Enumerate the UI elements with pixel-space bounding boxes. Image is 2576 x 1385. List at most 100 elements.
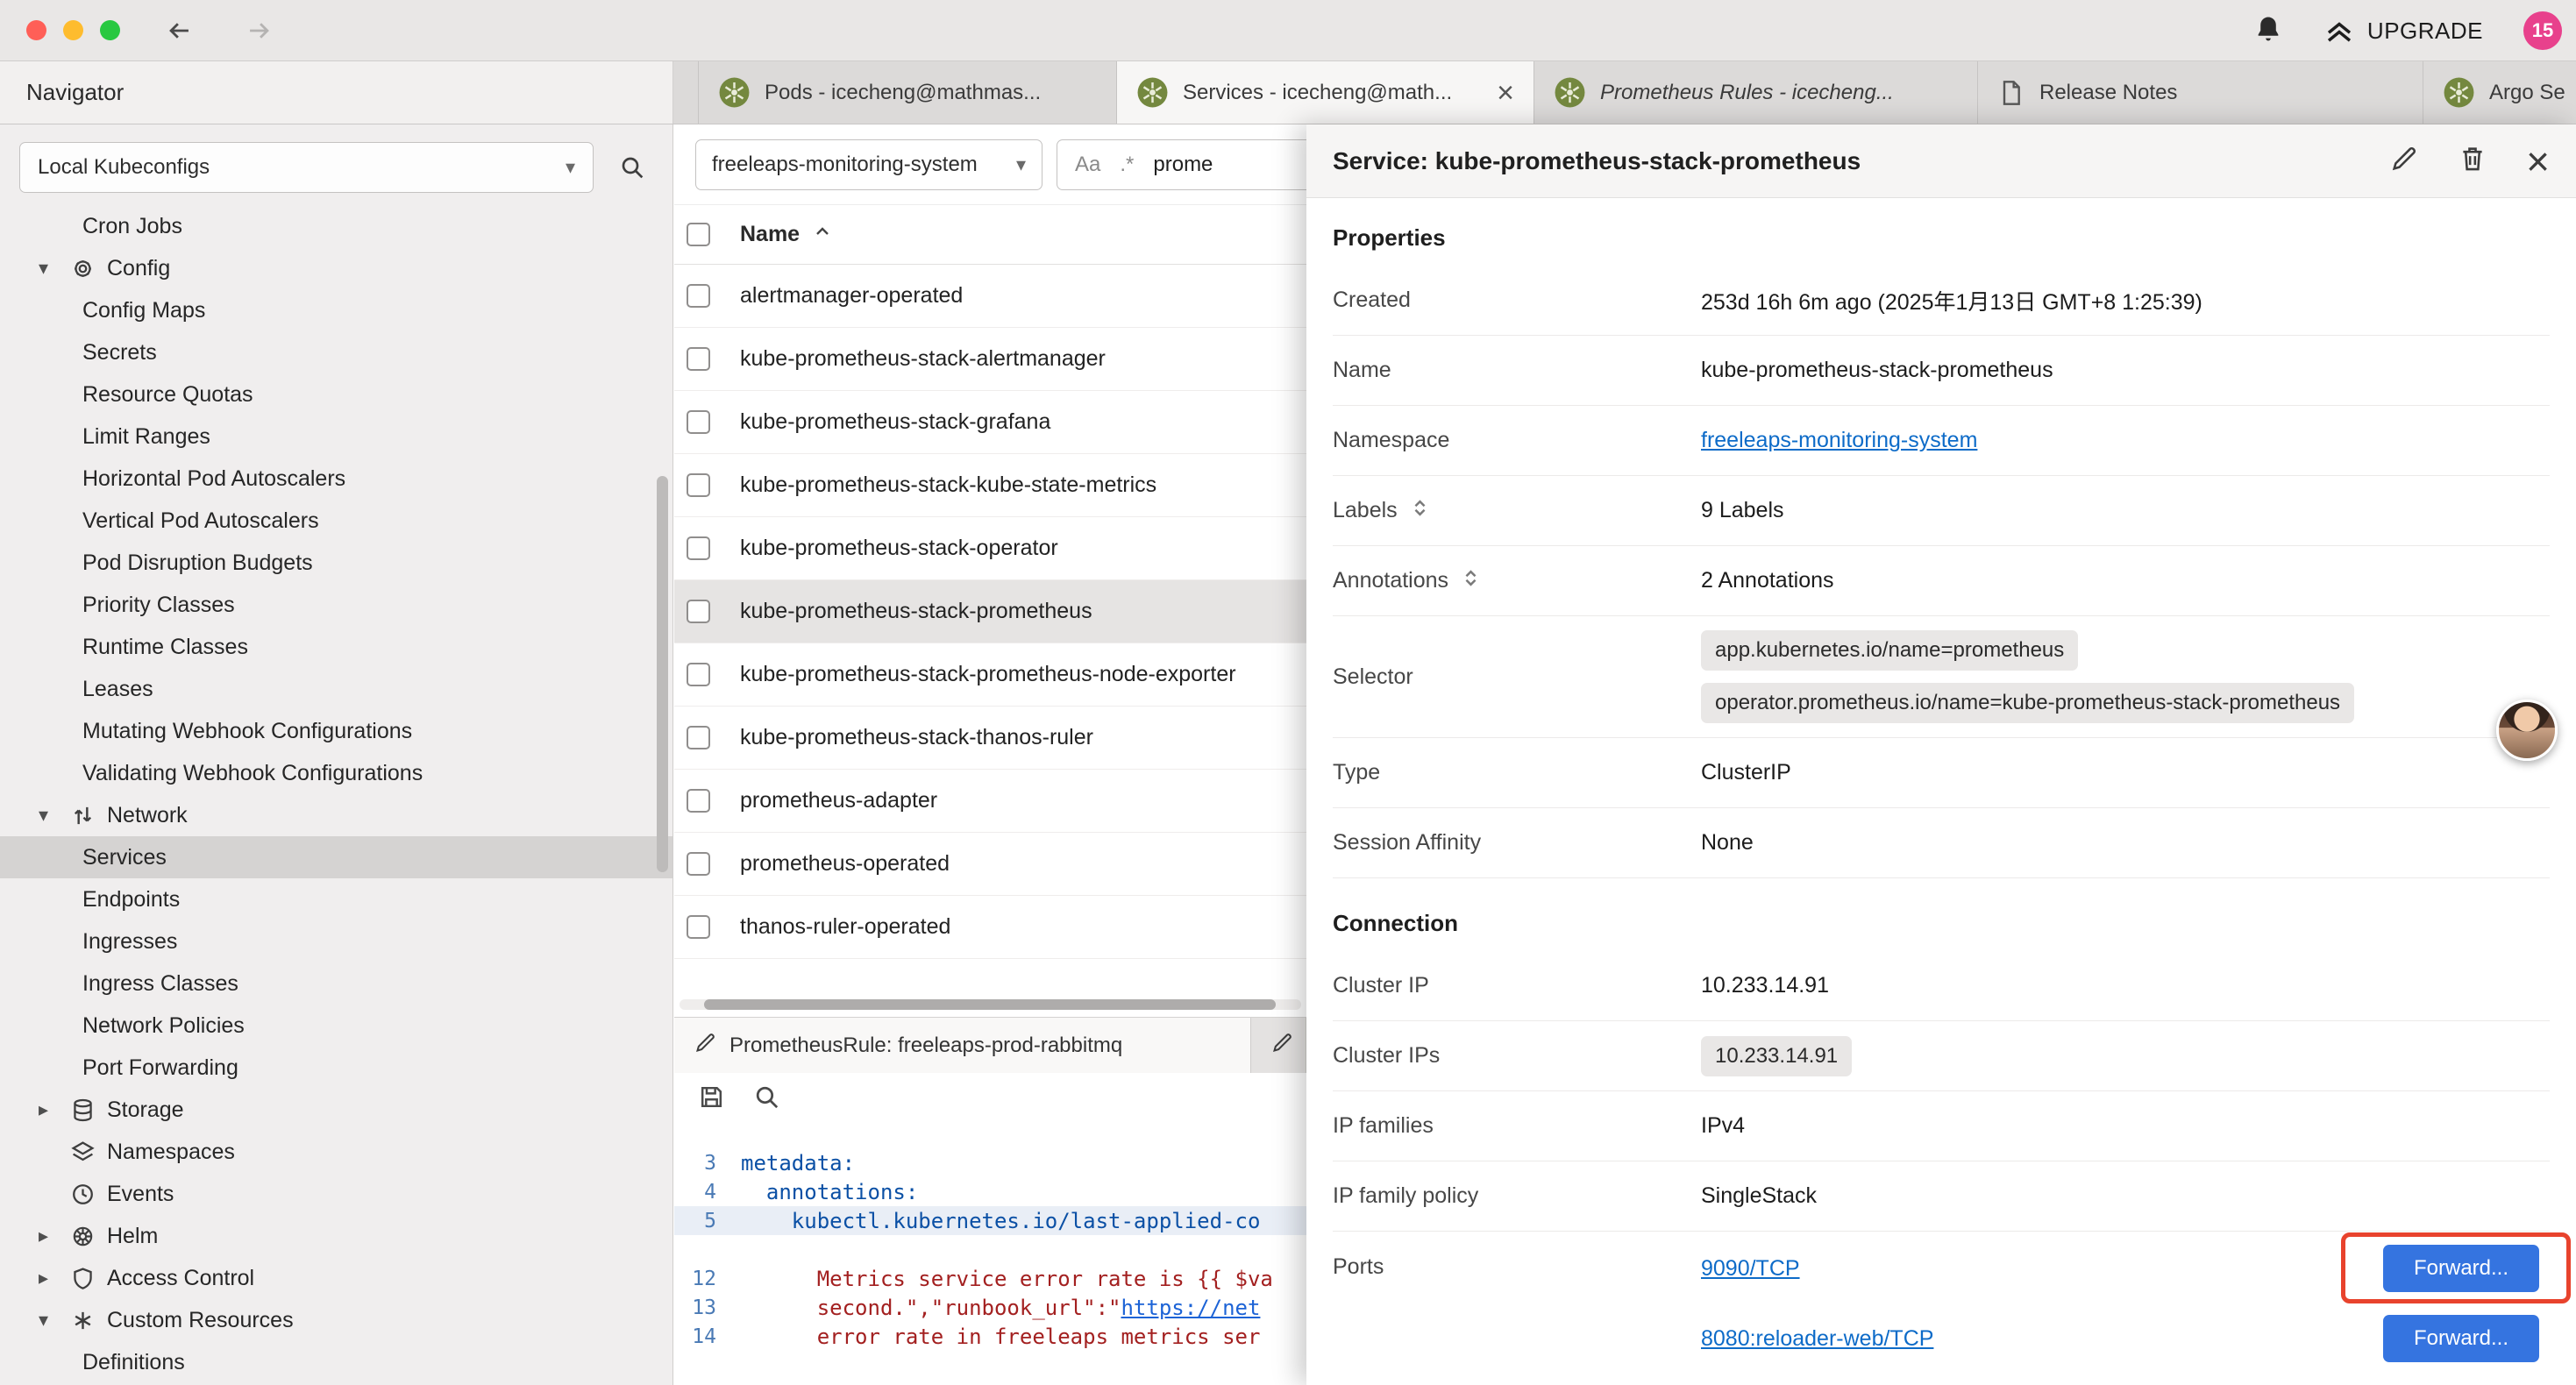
table-row[interactable]: prometheus-adapter [674, 770, 1306, 833]
dock-tab-partial[interactable] [1251, 1018, 1306, 1073]
table-row[interactable]: kube-prometheus-stack-alertmanager [674, 328, 1306, 391]
sidebar-scrollbar[interactable] [657, 476, 668, 872]
table-row[interactable]: kube-prometheus-stack-kube-state-metrics [674, 454, 1306, 517]
sidebar-item-definitions[interactable]: Definitions [0, 1341, 672, 1383]
row-checkbox[interactable] [687, 915, 710, 939]
tab-services[interactable]: Services - icecheng@math... × [1117, 61, 1534, 124]
sidebar-item-port-forwarding[interactable]: Port Forwarding [0, 1047, 672, 1089]
sidebar-item-priority-classes[interactable]: Priority Classes [0, 584, 672, 626]
expand-collapse-icon[interactable] [1408, 496, 1432, 526]
sort-ascending-icon[interactable] [812, 221, 833, 248]
sidebar-item-runtime-classes[interactable]: Runtime Classes [0, 626, 672, 668]
forward-port-button[interactable]: Forward... [2383, 1245, 2539, 1292]
yaml-editor[interactable]: 3 metadata: 4 annotations: 5 kubectl.kub… [674, 1126, 1306, 1385]
table-row[interactable]: alertmanager-operated [674, 265, 1306, 328]
property-row-selector: Selector app.kubernetes.io/name=promethe… [1333, 616, 2550, 738]
tab-pods[interactable]: Pods - icecheng@mathmas... [698, 61, 1117, 124]
sidebar-item-validating-webhook-configurations[interactable]: Validating Webhook Configurations [0, 752, 672, 794]
sidebar-item-ingresses[interactable]: Ingresses [0, 920, 672, 962]
sidebar-item-services[interactable]: Services [0, 836, 672, 878]
sidebar-item-custom-resources[interactable]: ▾ Custom Resources [0, 1299, 672, 1341]
edit-button[interactable] [2389, 144, 2419, 178]
sidebar-item-helm[interactable]: ▸ Helm [0, 1215, 672, 1257]
delete-button[interactable] [2458, 144, 2487, 178]
dock-tab-prometheusrule[interactable]: PrometheusRule: freeleaps-prod-rabbitmq [674, 1018, 1251, 1073]
row-checkbox[interactable] [687, 284, 710, 308]
scrollbar-thumb[interactable] [704, 999, 1276, 1010]
notification-count-badge[interactable]: 15 [2523, 11, 2562, 50]
row-checkbox[interactable] [687, 789, 710, 813]
sidebar-item-secrets[interactable]: Secrets [0, 331, 672, 373]
tab-argo[interactable]: Argo Se [2423, 61, 2576, 124]
table-row[interactable]: kube-prometheus-stack-prometheus-node-ex… [674, 643, 1306, 707]
sidebar-item-resource-quotas[interactable]: Resource Quotas [0, 373, 672, 416]
forward-button[interactable] [239, 11, 278, 50]
pencil-icon [1270, 1031, 1294, 1061]
sidebar-item-network-policies[interactable]: Network Policies [0, 1005, 672, 1047]
helm-icon [70, 1224, 107, 1249]
sidebar-item-cron-jobs[interactable]: Cron Jobs [0, 205, 672, 247]
sidebar-item-leases[interactable]: Leases [0, 668, 672, 710]
sidebar-item-mutating-webhook-configurations[interactable]: Mutating Webhook Configurations [0, 710, 672, 752]
avatar[interactable] [2496, 700, 2558, 761]
sidebar-item-pod-disruption-budgets[interactable]: Pod Disruption Budgets [0, 542, 672, 584]
services-table: alertmanager-operated kube-prometheus-st… [674, 265, 1306, 959]
upgrade-button[interactable]: UPGRADE [2323, 15, 2483, 46]
table-row[interactable]: kube-prometheus-stack-grafana [674, 391, 1306, 454]
table-row-selected[interactable]: kube-prometheus-stack-prometheus [674, 580, 1306, 643]
sidebar-item-ingress-classes[interactable]: Ingress Classes [0, 962, 672, 1005]
port-link[interactable]: 9090/TCP [1701, 1256, 1800, 1282]
horizontal-scrollbar[interactable] [680, 999, 1301, 1010]
sidebar-item-config[interactable]: ▾ Config [0, 247, 672, 289]
name-column-header[interactable]: Name [740, 222, 800, 247]
row-checkbox[interactable] [687, 663, 710, 686]
editor-search-button[interactable] [752, 1083, 781, 1116]
sidebar-item-access-control[interactable]: ▸ Access Control [0, 1257, 672, 1299]
row-checkbox[interactable] [687, 410, 710, 434]
drawer-header: Service: kube-prometheus-stack-prometheu… [1306, 124, 2576, 198]
sidebar-search-button[interactable] [611, 146, 653, 188]
row-checkbox[interactable] [687, 726, 710, 749]
close-window-button[interactable] [26, 20, 46, 40]
namespace-filter-select[interactable]: freeleaps-monitoring-system ▾ [695, 139, 1042, 190]
line-number: 5 [674, 1210, 741, 1232]
forward-port-button[interactable]: Forward... [2383, 1315, 2539, 1362]
table-search-input[interactable]: Aa .* prome [1057, 139, 1306, 190]
tab-release-notes[interactable]: Release Notes [1978, 61, 2423, 124]
regex-toggle[interactable]: .* [1120, 153, 1134, 177]
port-link[interactable]: 8080:reloader-web/TCP [1701, 1326, 1933, 1352]
expand-collapse-icon[interactable] [1459, 566, 1483, 596]
row-checkbox[interactable] [687, 852, 710, 876]
sidebar-item-events[interactable]: Events [0, 1173, 672, 1215]
minimize-window-button[interactable] [63, 20, 83, 40]
sidebar-item-vertical-pod-autoscalers[interactable]: Vertical Pod Autoscalers [0, 500, 672, 542]
match-case-toggle[interactable]: Aa [1075, 153, 1100, 177]
row-checkbox[interactable] [687, 473, 710, 497]
sidebar-item-limit-ranges[interactable]: Limit Ranges [0, 416, 672, 458]
sidebar-item-storage[interactable]: ▸ Storage [0, 1089, 672, 1131]
namespace-link[interactable]: freeleaps-monitoring-system [1701, 428, 1977, 453]
tab-prometheus-rules[interactable]: Prometheus Rules - icecheng... [1534, 61, 1978, 124]
save-button[interactable] [697, 1083, 726, 1116]
close-drawer-button[interactable]: × [2526, 141, 2550, 181]
table-row[interactable]: prometheus-operated [674, 833, 1306, 896]
sidebar-item-endpoints[interactable]: Endpoints [0, 878, 672, 920]
sidebar-item-namespaces[interactable]: Namespaces [0, 1131, 672, 1173]
row-checkbox[interactable] [687, 347, 710, 371]
row-checkbox[interactable] [687, 536, 710, 560]
sidebar-item-horizontal-pod-autoscalers[interactable]: Horizontal Pod Autoscalers [0, 458, 672, 500]
table-row[interactable]: thanos-ruler-operated [674, 896, 1306, 959]
back-button[interactable] [160, 11, 199, 50]
table-row[interactable]: kube-prometheus-stack-operator [674, 517, 1306, 580]
select-all-checkbox[interactable] [687, 223, 710, 246]
notifications-button[interactable] [2253, 14, 2283, 48]
drawer-title: Service: kube-prometheus-stack-prometheu… [1333, 147, 2389, 175]
row-checkbox[interactable] [687, 600, 710, 623]
sidebar-item-config-maps[interactable]: Config Maps [0, 289, 672, 331]
close-tab-icon[interactable]: × [1484, 78, 1514, 108]
sidebar-item-network[interactable]: ▾ Network [0, 794, 672, 836]
maximize-window-button[interactable] [100, 20, 120, 40]
table-row[interactable]: kube-prometheus-stack-thanos-ruler [674, 707, 1306, 770]
kubeconfig-selector[interactable]: Local Kubeconfigs ▾ [19, 142, 594, 193]
folded-region[interactable] [674, 1235, 1306, 1264]
